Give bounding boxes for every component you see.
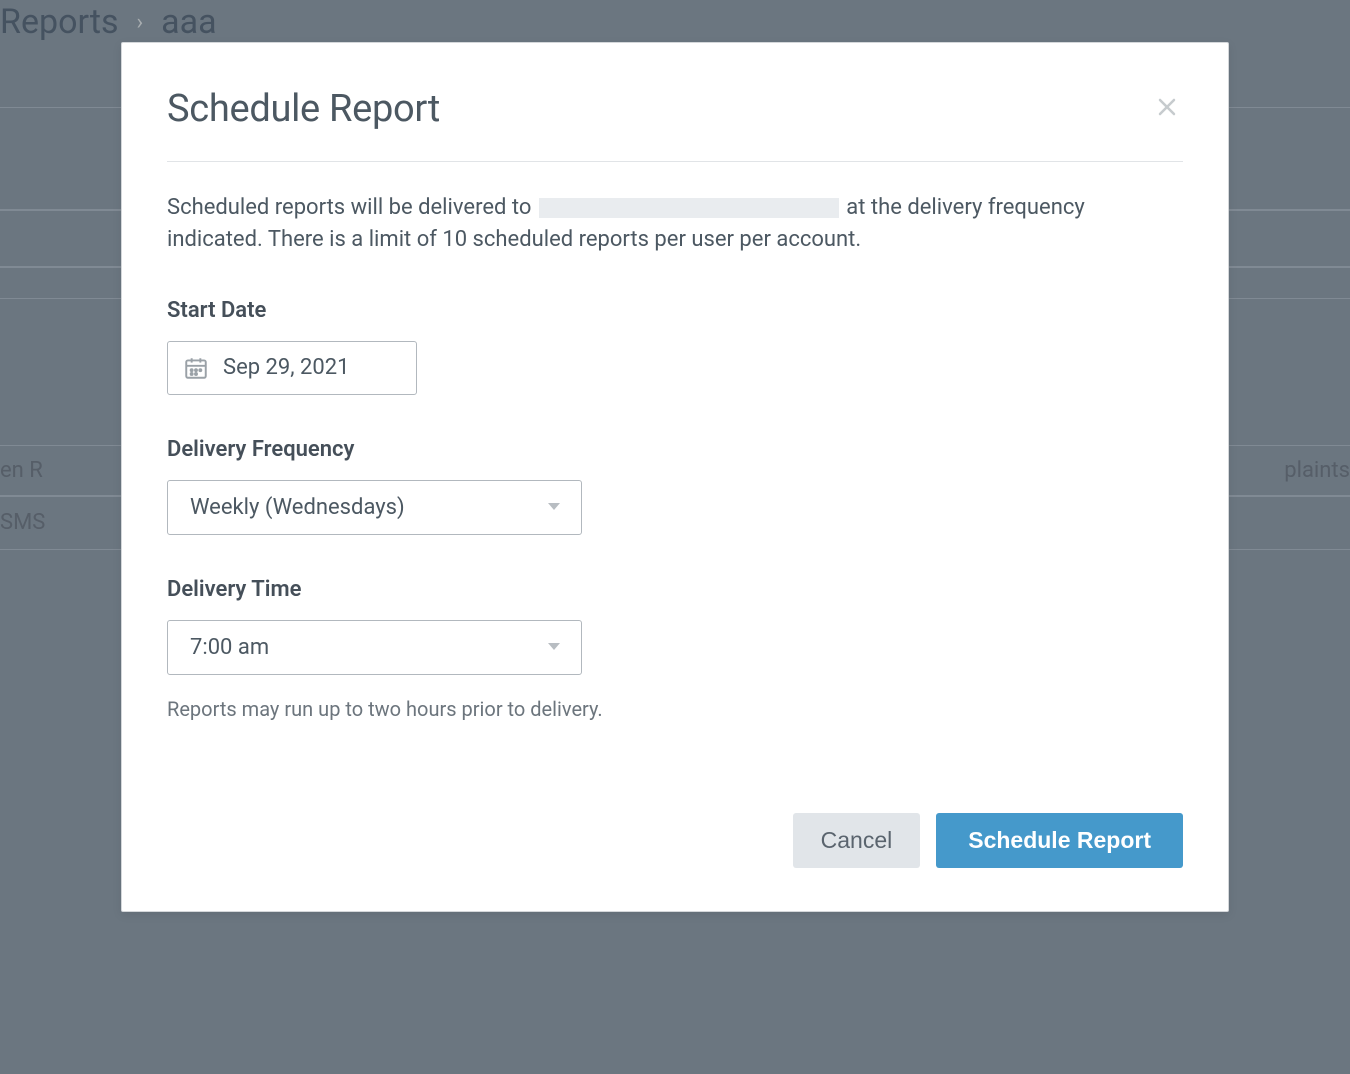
start-date-input[interactable]: Sep 29, 2021 xyxy=(167,341,417,395)
chevron-down-icon xyxy=(547,502,561,512)
delivery-frequency-select[interactable]: Weekly (Wednesdays) xyxy=(167,480,582,535)
schedule-report-button[interactable]: Schedule Report xyxy=(936,813,1183,868)
modal-title: Schedule Report xyxy=(167,87,440,131)
start-date-value: Sep 29, 2021 xyxy=(223,355,350,380)
close-icon xyxy=(1155,95,1179,119)
modal-description: Scheduled reports will be delivered to a… xyxy=(167,192,1183,256)
delivery-frequency-value: Weekly (Wednesdays) xyxy=(190,495,405,520)
cancel-button[interactable]: Cancel xyxy=(793,813,921,868)
delivery-time-hint: Reports may run up to two hours prior to… xyxy=(167,697,1183,721)
schedule-report-modal: Schedule Report Scheduled reports will b… xyxy=(121,42,1229,912)
close-button[interactable] xyxy=(1151,91,1183,123)
delivery-time-value: 7:00 am xyxy=(190,635,269,660)
modal-footer: Cancel Schedule Report xyxy=(793,813,1183,868)
calendar-icon xyxy=(183,355,209,381)
delivery-time-select[interactable]: 7:00 am xyxy=(167,620,582,675)
modal-overlay: Schedule Report Scheduled reports will b… xyxy=(0,0,1350,1074)
chevron-down-icon xyxy=(547,642,561,652)
start-date-label: Start Date xyxy=(167,298,1183,323)
email-redacted xyxy=(539,198,839,218)
delivery-frequency-label: Delivery Frequency xyxy=(167,437,1183,462)
delivery-time-label: Delivery Time xyxy=(167,577,1183,602)
description-pre: Scheduled reports will be delivered to xyxy=(167,195,537,220)
